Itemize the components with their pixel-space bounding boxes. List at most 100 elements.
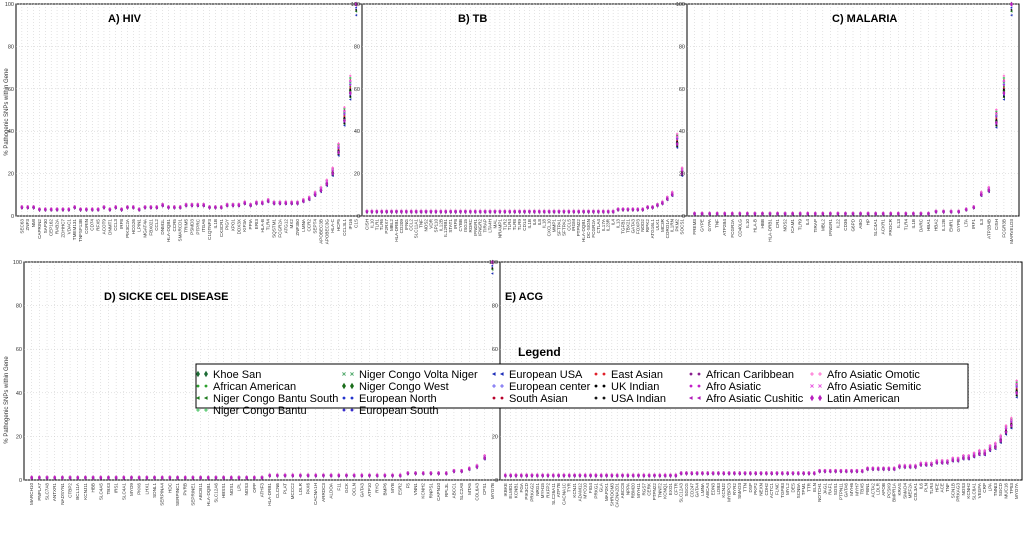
x-tick-label: C1QTNF3 xyxy=(207,219,212,240)
data-point xyxy=(355,9,358,11)
x-tick-label: MYB xyxy=(390,483,395,493)
chart-panels: 020406080100A) HIVSEC63 ZNF3 NMI CAPRIN2 SAP… xyxy=(5,1,1023,508)
x-tick-label: NOS2 xyxy=(783,219,788,232)
x-tick-label: TIRAP xyxy=(813,219,818,233)
x-tick-label: ALDOA xyxy=(329,482,334,499)
x-tick-label: HBB xyxy=(91,483,96,492)
x-tick-label: HBB xyxy=(760,219,765,228)
x-tick-label: LPL xyxy=(236,483,241,492)
x-tick-label: KCNJ11 xyxy=(83,483,88,500)
plot-frame xyxy=(15,3,363,217)
y-axis-label-bottom: % Pathogenic SNPs within Gene xyxy=(4,356,10,444)
x-tick-label: IL1B xyxy=(911,219,916,228)
x-tick-label: CACNA1H xyxy=(313,483,318,505)
chart-panel-3: 020406080100C) MALARIAFREM3 GYPE GYPA TNF AT… xyxy=(676,1,1020,244)
x-tick-label: RAB2A xyxy=(55,218,60,234)
x-tick-label: DARC xyxy=(918,218,923,232)
x-tick-label: HBSS1 xyxy=(221,483,226,499)
x-tick-label: FCGR2A xyxy=(730,218,735,238)
x-tick-label: SEC63 xyxy=(19,219,24,234)
data-point xyxy=(349,86,352,89)
x-tick-label: ICAM1 xyxy=(790,219,795,233)
x-tick-label: CD74 xyxy=(90,219,95,231)
y-tick-label: 100 xyxy=(5,2,14,8)
x-tick-label: HLA-B xyxy=(260,219,265,233)
data-point xyxy=(1002,95,1005,98)
x-tick-label: ARRDC3 xyxy=(321,483,326,502)
x-tick-label: DDX3X xyxy=(236,219,241,234)
panel-title: C) MALARIA xyxy=(832,13,897,25)
data-point xyxy=(337,147,340,150)
x-tick-label: FREM3 xyxy=(692,219,697,235)
y-tick-label: 80 xyxy=(16,304,22,310)
y-tick-label: 20 xyxy=(679,172,685,178)
x-tick-label: IL12B xyxy=(941,219,946,231)
x-tick-label: NOS3 xyxy=(244,483,249,496)
x-tick-label: TBX3 xyxy=(106,483,111,495)
y-tick-label: 100 xyxy=(351,2,360,8)
x-tick-label: CCL2 xyxy=(154,219,159,231)
y-tick-label: 60 xyxy=(16,347,22,353)
x-tick-label: VDAC1 xyxy=(66,219,71,235)
y-tick-label: 0 xyxy=(357,214,360,220)
x-tick-label: SEPRINE1 xyxy=(190,483,195,506)
x-tick-label: SLC4A1 xyxy=(121,483,126,501)
x-tick-label: CCL3 xyxy=(113,219,118,231)
x-tick-label: ATHF3 xyxy=(260,483,265,498)
x-tick-label: PROCR xyxy=(888,218,893,235)
x-tick-label: SERPINC1 xyxy=(175,483,180,506)
x-tick-label: ESR2 xyxy=(398,483,403,495)
x-tick-label: IL13 xyxy=(896,219,901,228)
x-tick-label: PNPLA7 xyxy=(37,483,42,501)
y-tick-label: 60 xyxy=(8,87,14,93)
x-tick-label: KIF3A xyxy=(242,218,247,232)
x-tick-label: SEPT4 xyxy=(313,219,318,234)
x-tick-label: BCL11A xyxy=(75,482,80,500)
y-tick-label: 100 xyxy=(13,260,22,266)
x-tick-label: PIGY xyxy=(225,219,230,230)
panel-title: D) SICKE CEL DISEASE xyxy=(104,291,229,303)
data-point xyxy=(1002,84,1005,87)
panel-title: A) HIV xyxy=(108,13,142,25)
x-tick-label: IL1B xyxy=(213,219,218,228)
y-tick-label: 80 xyxy=(354,44,360,50)
x-tick-label: HLA-DRB1 xyxy=(768,219,773,242)
x-tick-label: ZDHHC7 xyxy=(60,219,65,238)
x-tick-label: MBL2 xyxy=(820,219,825,231)
x-tick-label: ZNF3 xyxy=(25,219,30,231)
x-tick-label: NMI xyxy=(31,219,36,227)
y-tick-label: 40 xyxy=(8,129,14,135)
x-tick-label: CR1 xyxy=(775,219,780,229)
x-tick-label: SOCS1 xyxy=(680,219,685,235)
x-tick-label: TNFSF13B xyxy=(78,219,83,242)
x-tick-label: RYO xyxy=(375,483,380,493)
x-tick-label: SQSTM1 xyxy=(272,219,277,238)
x-tick-label: IL10 xyxy=(745,219,750,228)
x-tick-label: CORIN xyxy=(84,219,89,234)
data-point xyxy=(1002,86,1005,89)
x-tick-label: CCL3L1 xyxy=(342,219,347,236)
data-point xyxy=(995,115,998,118)
data-point xyxy=(1010,6,1013,9)
x-tick-label: IL22 xyxy=(835,219,840,228)
x-tick-label: FCGR3B xyxy=(1001,219,1006,238)
x-tick-label: SLC12A6 xyxy=(213,483,218,503)
y-tick-label: 0 xyxy=(19,478,22,484)
x-tick-label: ATG12 xyxy=(283,219,288,234)
x-tick-label: GCK xyxy=(344,482,349,493)
x-tick-label: ACKR1 xyxy=(881,219,886,235)
x-tick-label: HLA-DQB1 xyxy=(166,219,171,242)
y-tick-label: 20 xyxy=(16,434,22,440)
x-tick-label: NOS1 xyxy=(229,483,234,496)
x-tick-label: GATA3 xyxy=(359,483,364,498)
x-tick-label: PSMD3 xyxy=(189,219,194,235)
x-tick-label: COL6A3 xyxy=(474,483,479,501)
data-point xyxy=(349,95,352,98)
x-tick-label: PTPRC xyxy=(195,218,200,234)
x-tick-label: HLA-DRB1 xyxy=(267,483,272,506)
x-tick-label: OPP xyxy=(252,483,257,493)
x-tick-label: PPIA xyxy=(248,218,253,229)
x-tick-label: CD40LG xyxy=(737,219,742,237)
x-tick-label: CAPN10 xyxy=(436,483,441,501)
x-tick-label: IL4 xyxy=(805,219,810,226)
